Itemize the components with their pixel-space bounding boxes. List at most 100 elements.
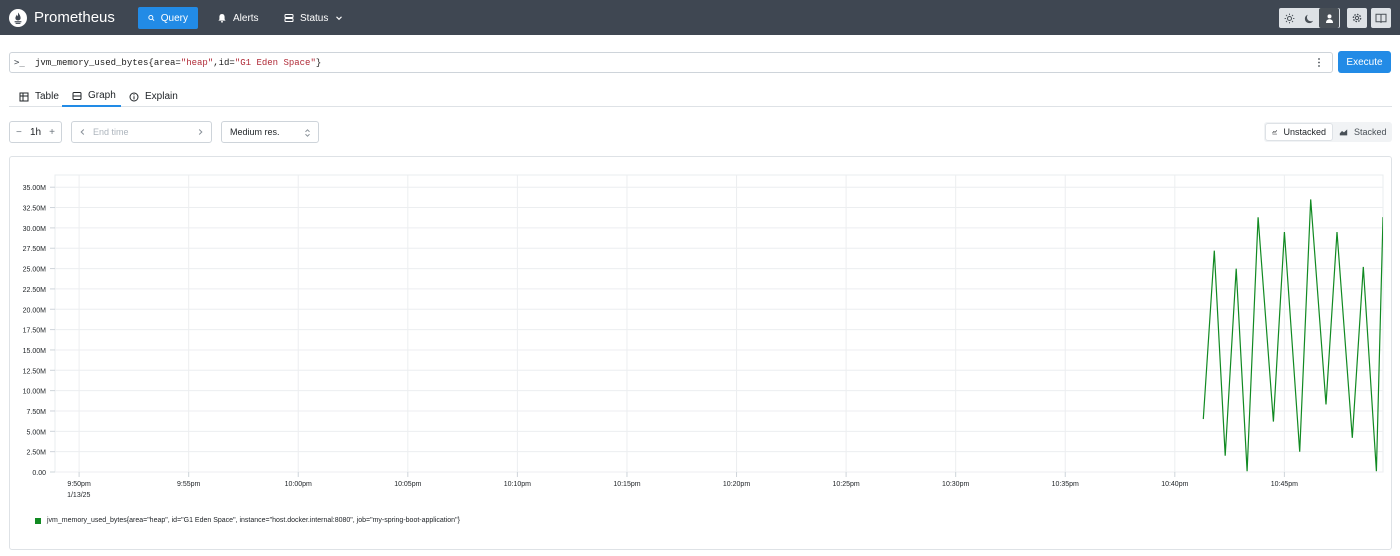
chevron-down-icon — [336, 16, 343, 21]
legend-swatch — [35, 517, 41, 524]
gear-icon — [1352, 13, 1362, 23]
expression-area-value: "heap" — [180, 57, 214, 68]
nav-status-label: Status — [300, 12, 329, 24]
y-tick-label: 25.00M — [23, 267, 47, 274]
chart-icon — [72, 91, 82, 100]
chevron-left-icon[interactable] — [79, 128, 86, 136]
y-tick-label: 15.00M — [23, 348, 47, 355]
nav-query-button[interactable]: Query — [138, 7, 198, 29]
execute-button[interactable]: Execute — [1338, 51, 1391, 73]
theme-light-button[interactable] — [1279, 8, 1299, 28]
x-tick-label: 10:45pm — [1271, 481, 1298, 488]
settings-button[interactable] — [1347, 8, 1367, 28]
y-tick-label: 20.00M — [23, 307, 47, 314]
tab-graph-label: Graph — [88, 90, 116, 101]
nav-alerts-label: Alerts — [233, 12, 259, 24]
y-tick-label: 17.50M — [23, 328, 47, 335]
nav-status-dropdown[interactable]: Status — [274, 7, 353, 29]
y-tick-label: 0.00 — [32, 470, 46, 477]
x-tick-label: 10:05pm — [394, 481, 421, 488]
y-tick-label: 35.00M — [23, 185, 47, 192]
x-tick-label: 9:55pm — [177, 481, 201, 488]
legend-label: jvm_memory_used_bytes{area="heap", id="G… — [47, 517, 460, 524]
expression-input[interactable]: >_ jvm_memory_used_bytes{area="heap",id=… — [9, 52, 1333, 73]
range-increase-button[interactable]: + — [49, 127, 55, 138]
stacked-button[interactable]: Stacked — [1333, 123, 1393, 141]
series-line — [1382, 217, 1383, 227]
x-date-label: 1/13/25 — [67, 492, 90, 499]
y-tick-label: 12.50M — [23, 368, 47, 375]
expression-text[interactable]: jvm_memory_used_bytes{area="heap",id="G1… — [35, 58, 321, 68]
y-tick-label: 30.00M — [23, 226, 47, 233]
chevron-right-icon[interactable] — [197, 128, 204, 136]
resolution-value: Medium res. — [230, 127, 280, 137]
theme-dark-button[interactable] — [1299, 8, 1319, 28]
server-icon — [284, 14, 294, 22]
line-chart-icon — [1272, 130, 1278, 135]
y-tick-label: 27.50M — [23, 246, 47, 253]
docs-button[interactable] — [1371, 8, 1391, 28]
x-tick-label: 10:00pm — [285, 481, 312, 488]
y-tick-label: 5.00M — [27, 429, 47, 436]
sun-icon — [1284, 13, 1294, 23]
table-icon — [19, 92, 29, 101]
nav-alerts-button[interactable]: Alerts — [207, 7, 269, 29]
x-tick-label: 10:40pm — [1161, 481, 1188, 488]
area-chart-icon — [1339, 129, 1348, 136]
x-tick-label: 10:35pm — [1052, 481, 1079, 488]
end-time-control — [71, 121, 212, 143]
stacked-label: Stacked — [1354, 127, 1387, 137]
legend-item[interactable]: jvm_memory_used_bytes{area="heap", id="G… — [35, 517, 460, 524]
x-tick-label: 10:10pm — [504, 481, 531, 488]
x-tick-label: 10:20pm — [723, 481, 750, 488]
x-tick-label: 10:30pm — [942, 481, 969, 488]
tab-graph[interactable]: Graph — [62, 86, 121, 107]
range-control: − 1h + — [9, 121, 62, 143]
more-options-icon[interactable] — [1317, 57, 1321, 68]
tab-explain[interactable]: Explain — [129, 86, 178, 107]
expression-id-value: "G1 Eden Space" — [234, 57, 316, 68]
result-tabs: Table Graph Explain — [9, 86, 1392, 107]
brand[interactable]: Prometheus — [9, 8, 115, 27]
y-tick-label: 10.00M — [23, 389, 47, 396]
prometheus-logo-icon — [9, 8, 27, 27]
book-icon — [1375, 13, 1387, 24]
expression-open: {area= — [148, 57, 181, 68]
range-decrease-button[interactable]: − — [16, 127, 22, 138]
plot-area — [54, 174, 1384, 473]
user-icon — [1325, 13, 1333, 23]
bell-icon — [218, 14, 226, 23]
expression-close: } — [315, 57, 322, 68]
x-tick-label: 9:50pm — [67, 481, 91, 488]
tab-table[interactable]: Table — [19, 86, 59, 107]
y-tick-label: 7.50M — [27, 409, 47, 416]
end-time-input[interactable] — [93, 127, 193, 137]
tab-explain-label: Explain — [145, 91, 178, 102]
chevron-updown-icon — [305, 129, 310, 137]
moon-icon — [1304, 14, 1313, 23]
y-tick-label: 2.50M — [27, 450, 47, 457]
series-line — [1202, 199, 1383, 472]
unstacked-button[interactable]: Unstacked — [1265, 123, 1333, 141]
expression-metric: jvm_memory_used_bytes — [35, 57, 149, 68]
resolution-select[interactable]: Medium res. — [221, 121, 319, 143]
y-tick-label: 32.50M — [23, 206, 47, 213]
chart-svg[interactable]: 35.00M 32.50M 30.00M 27.50M 25.00M 22.50M 20.0… — [10, 157, 1393, 551]
expression-mid: ,id= — [213, 57, 235, 68]
search-icon — [148, 14, 155, 22]
app-title: Prometheus — [34, 9, 115, 26]
x-tick-label: 10:15pm — [613, 481, 640, 488]
top-navbar: Prometheus Query Alerts Status — [0, 0, 1400, 35]
tab-table-label: Table — [35, 91, 59, 102]
info-icon — [129, 92, 139, 101]
y-tick-label: 22.50M — [23, 287, 47, 294]
nav-query-label: Query — [160, 12, 188, 24]
graph-panel: 35.00M 32.50M 30.00M 27.50M 25.00M 22.50M 20.0… — [9, 156, 1392, 550]
stack-mode-toggle: Unstacked Stacked — [1264, 122, 1392, 142]
x-tick-label: 10:25pm — [832, 481, 859, 488]
theme-switcher — [1279, 8, 1340, 28]
theme-auto-button[interactable] — [1319, 8, 1339, 28]
prompt-icon: >_ — [14, 57, 25, 68]
unstacked-label: Unstacked — [1283, 127, 1326, 137]
range-value[interactable]: 1h — [30, 127, 41, 138]
